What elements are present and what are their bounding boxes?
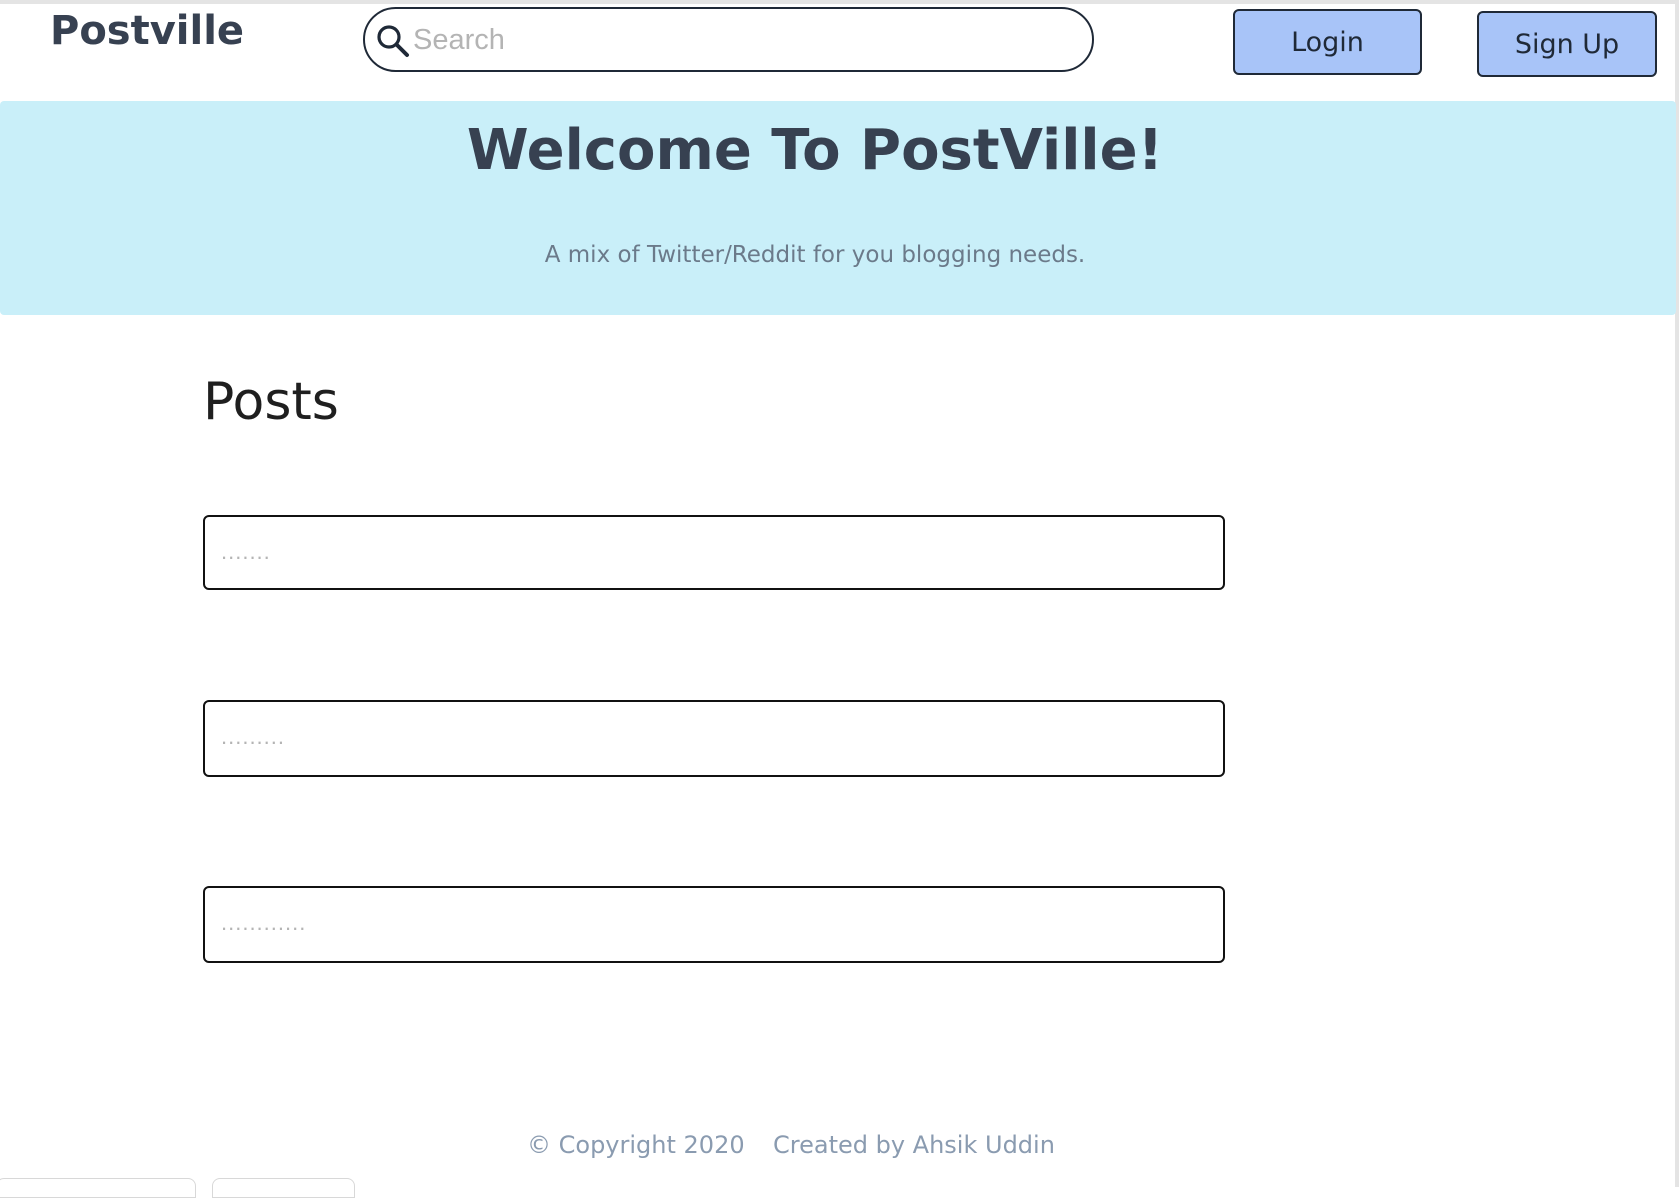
- post-input-2[interactable]: [221, 714, 1201, 760]
- login-button[interactable]: Login: [1233, 9, 1422, 75]
- hero-subtitle: A mix of Twitter/Reddit for you blogging…: [544, 242, 1086, 268]
- post-input-box[interactable]: [203, 515, 1225, 590]
- posts-heading: Posts: [203, 372, 339, 432]
- bottom-tab-stub[interactable]: [212, 1178, 355, 1198]
- footer-credit: Created by Ahsik Uddin: [773, 1131, 1055, 1159]
- search-bar[interactable]: [363, 7, 1094, 72]
- footer-copyright: © Copyright 2020: [527, 1131, 745, 1159]
- window-top-border: [0, 0, 1679, 4]
- bottom-tab-stub[interactable]: [0, 1178, 196, 1198]
- post-input-3[interactable]: [221, 900, 1201, 946]
- search-icon: [375, 23, 411, 59]
- post-input-box[interactable]: [203, 700, 1225, 777]
- post-input-box[interactable]: [203, 886, 1225, 963]
- hero-title: Welcome To PostVille!: [466, 118, 1164, 183]
- search-input[interactable]: [413, 17, 1073, 63]
- signup-button[interactable]: Sign Up: [1477, 11, 1657, 77]
- brand-logo[interactable]: Postville: [50, 8, 244, 54]
- post-input-1[interactable]: [221, 529, 1201, 575]
